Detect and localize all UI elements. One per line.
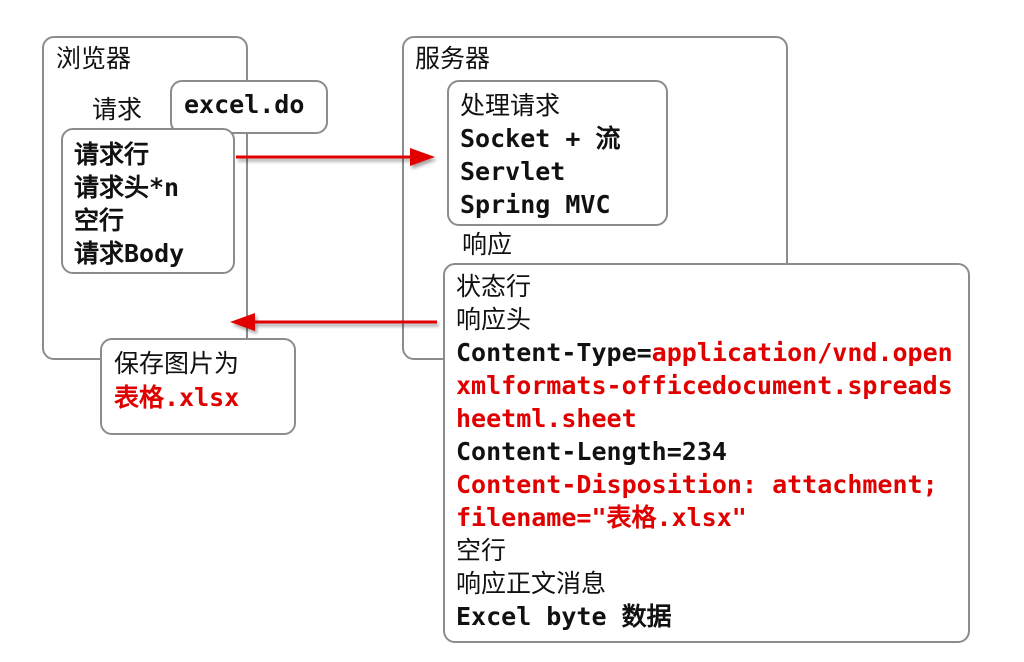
request-arrow [236, 148, 435, 166]
response-arrow [230, 313, 437, 331]
arrows-layer [230, 148, 437, 331]
